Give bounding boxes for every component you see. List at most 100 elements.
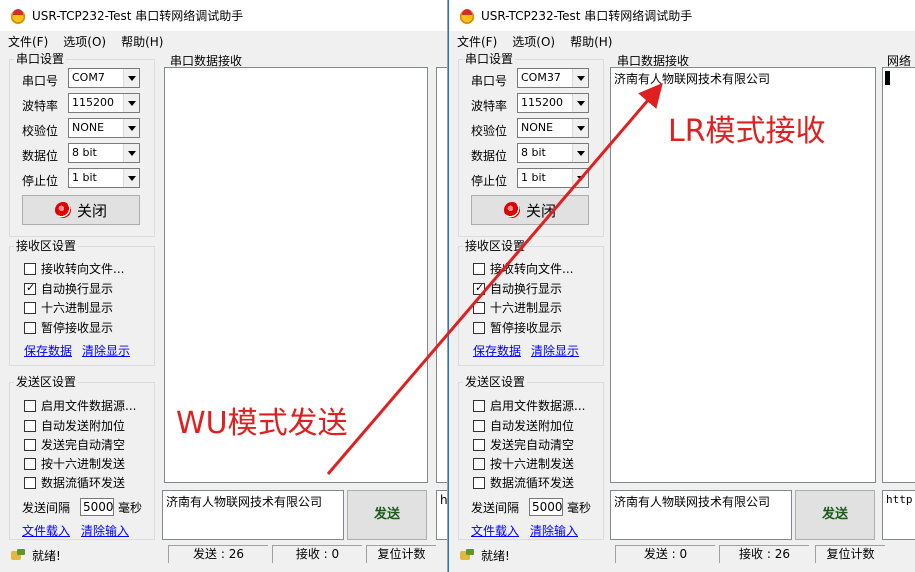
chevron-down-icon [572,69,588,87]
reset-count-button[interactable]: 复位计数 [815,545,885,563]
interval-label: 发送间隔 [22,501,71,515]
send-button[interactable]: 发送 [795,490,875,540]
chevron-down-icon [123,69,139,87]
stopbits-label: 停止位 [22,174,59,188]
chevron-down-icon [572,169,588,187]
status-ready: 就绪! [481,549,510,563]
interval-label: 发送间隔 [471,501,520,515]
interval-input[interactable]: 5000 [80,498,114,516]
chevron-down-icon [123,169,139,187]
interval-unit: 毫秒 [567,501,592,515]
send-input-area[interactable]: 济南有人物联网技术有限公司 [162,490,344,540]
port-label: 串口号 [22,74,59,88]
clear-display-link[interactable]: 清除显示 [82,342,130,359]
auto-wrap-checkbox[interactable]: 自动换行显示 [24,280,113,297]
close-port-button[interactable]: 关闭 [471,195,589,225]
reset-count-button[interactable]: 复位计数 [366,545,436,563]
databits-label: 数据位 [471,149,508,163]
left-window: USR-TCP232-Test 串口转网络调试助手 文件(F) 选项(O) 帮助… [0,0,448,572]
network-send-area-partial[interactable]: http: [882,490,915,540]
right-titlebar[interactable]: USR-TCP232-Test 串口转网络调试助手 [449,0,915,31]
menu-help[interactable]: 帮助(H) [121,33,163,50]
port-label: 串口号 [471,74,508,88]
status-led-icon [54,202,71,218]
network-receive-area-partial[interactable] [882,67,915,483]
send-input-area[interactable]: 济南有人物联网技术有限公司 [610,490,792,540]
stopbits-select[interactable]: 1 bit [68,168,140,188]
databits-label: 数据位 [22,149,59,163]
baud-select[interactable]: 115200 [68,93,140,113]
baud-label: 波特率 [471,99,508,113]
chevron-down-icon [572,119,588,137]
stopbits-select[interactable]: 1 bit [517,168,589,188]
network-send-area-partial[interactable]: ht [436,490,447,540]
menu-file[interactable]: 文件(F) [457,33,497,50]
recv-to-file-checkbox[interactable]: 接收转向文件... [24,260,124,277]
append-bits-checkbox[interactable]: 自动发送附加位 [473,417,574,434]
hex-send-checkbox[interactable]: 按十六进制发送 [24,455,125,472]
auto-clear-checkbox[interactable]: 发送完自动清空 [473,436,574,453]
loop-send-checkbox[interactable]: 数据流循环发送 [24,474,125,491]
send-mode-annotation: WU模式发送 [176,406,348,441]
app-icon [10,7,26,24]
chevron-down-icon [572,94,588,112]
send-button[interactable]: 发送 [347,490,427,540]
sent-count: 发送 : 0 [615,545,715,563]
clear-display-link[interactable]: 清除显示 [531,342,579,359]
parity-select[interactable]: NONE [68,118,140,138]
file-source-checkbox[interactable]: 启用文件数据源... [473,397,585,414]
hex-display-checkbox[interactable]: 十六进制显示 [473,299,562,316]
menu-help[interactable]: 帮助(H) [570,33,612,50]
save-data-link[interactable]: 保存数据 [24,342,72,359]
parity-label: 校验位 [22,124,59,138]
save-data-link[interactable]: 保存数据 [473,342,521,359]
right-window: USR-TCP232-Test 串口转网络调试助手 文件(F) 选项(O) 帮助… [448,0,915,572]
load-file-link[interactable]: 文件载入 [22,522,70,539]
status-ready-icon [460,549,474,561]
menu-options[interactable]: 选项(O) [63,33,106,50]
port-select[interactable]: COM37 [517,68,589,88]
parity-select[interactable]: NONE [517,118,589,138]
close-port-button[interactable]: 关闭 [22,195,140,225]
chevron-down-icon [572,144,588,162]
menubar: 文件(F) 选项(O) 帮助(H) [449,31,915,51]
network-receive-area-partial[interactable] [436,67,447,483]
databits-select[interactable]: 8 bit [68,143,140,163]
interval-unit: 毫秒 [118,501,143,515]
loop-send-checkbox[interactable]: 数据流循环发送 [473,474,574,491]
recv-mode-annotation: LR模式接收 [668,114,826,149]
status-ready-icon [11,549,25,561]
chevron-down-icon [123,94,139,112]
baud-select[interactable]: 115200 [517,93,589,113]
load-file-link[interactable]: 文件载入 [471,522,519,539]
hex-send-checkbox[interactable]: 按十六进制发送 [473,455,574,472]
recv-count: 接收 : 26 [719,545,809,563]
auto-clear-checkbox[interactable]: 发送完自动清空 [24,436,125,453]
window-title: USR-TCP232-Test 串口转网络调试助手 [481,9,693,23]
stopbits-label: 停止位 [471,174,508,188]
menu-options[interactable]: 选项(O) [512,33,555,50]
app-icon [459,7,475,24]
text-cursor [885,71,890,85]
recv-to-file-checkbox[interactable]: 接收转向文件... [473,260,573,277]
clear-input-link[interactable]: 清除输入 [81,522,129,539]
sent-count: 发送 : 26 [168,545,268,563]
clear-input-link[interactable]: 清除输入 [530,522,578,539]
left-titlebar[interactable]: USR-TCP232-Test 串口转网络调试助手 [0,0,447,31]
pause-display-checkbox[interactable]: 暂停接收显示 [473,319,562,336]
auto-wrap-checkbox[interactable]: 自动换行显示 [473,280,562,297]
file-source-checkbox[interactable]: 启用文件数据源... [24,397,136,414]
parity-label: 校验位 [471,124,508,138]
pause-display-checkbox[interactable]: 暂停接收显示 [24,319,113,336]
databits-select[interactable]: 8 bit [517,143,589,163]
append-bits-checkbox[interactable]: 自动发送附加位 [24,417,125,434]
interval-input[interactable]: 5000 [529,498,563,516]
window-title: USR-TCP232-Test 串口转网络调试助手 [32,9,244,23]
port-select[interactable]: COM7 [68,68,140,88]
menubar: 文件(F) 选项(O) 帮助(H) [0,31,447,51]
group-label: 串口设置 [14,52,67,66]
hex-display-checkbox[interactable]: 十六进制显示 [24,299,113,316]
chevron-down-icon [123,119,139,137]
chevron-down-icon [123,144,139,162]
menu-file[interactable]: 文件(F) [8,33,48,50]
